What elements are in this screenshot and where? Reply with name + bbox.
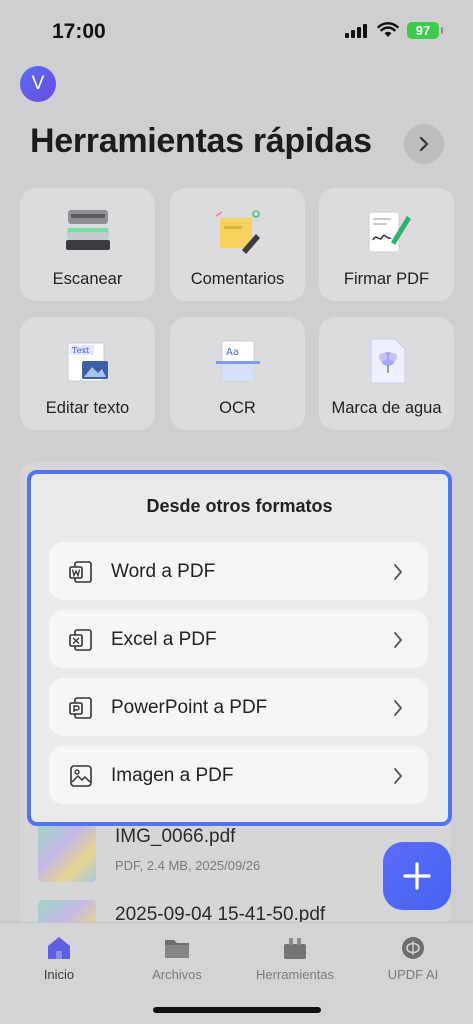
chevron-right-icon (394, 632, 402, 648)
file-thumbnail (38, 824, 96, 882)
image-icon (70, 765, 92, 787)
nav-label: Inicio (43, 967, 75, 982)
home-icon (48, 937, 70, 959)
tool-edit-text[interactable]: Text Editar texto (20, 317, 155, 430)
tool-label: OCR (219, 399, 256, 417)
watermark-icon (370, 338, 405, 384)
nav-label: UPDF AI (387, 967, 439, 982)
word-icon (69, 561, 92, 583)
option-excel-to-pdf[interactable]: Excel a PDF (49, 610, 428, 668)
status-time: 17:00 (52, 20, 106, 43)
tool-watermark[interactable]: Marca de agua (319, 317, 454, 430)
status-bar: 17:00 97 (0, 0, 473, 62)
tool-label: Editar texto (45, 399, 130, 417)
battery-icon: 97 (407, 22, 443, 39)
wifi-icon (377, 22, 399, 37)
tool-label: Marca de agua (331, 399, 442, 417)
sheet-title: Desde otros formatos (146, 496, 333, 516)
tool-scan[interactable]: Escanear (20, 188, 155, 301)
option-label: Excel a PDF (111, 629, 217, 650)
option-label: PowerPoint a PDF (111, 697, 268, 718)
sticky-note-icon (215, 210, 260, 254)
tool-sign-pdf[interactable]: Firmar PDF (319, 188, 454, 301)
nav-home[interactable]: Inicio (0, 933, 118, 993)
page-title: Herramientas rápidas (30, 122, 372, 160)
tool-label: Firmar PDF (343, 270, 430, 288)
ocr-icon: Aa (215, 340, 260, 382)
nav-tools[interactable]: Herramientas (236, 933, 354, 993)
add-button[interactable] (383, 842, 451, 910)
tool-comments[interactable]: Comentarios (170, 188, 305, 301)
chevron-right-icon (394, 564, 402, 580)
nav-updf-ai[interactable]: UPDF AI (354, 933, 472, 993)
option-word-to-pdf[interactable]: Word a PDF (49, 542, 428, 600)
powerpoint-icon (69, 697, 92, 719)
title-chevron-button[interactable] (404, 124, 444, 164)
nav-label: Herramientas (255, 967, 335, 982)
edit-text-icon: Text (67, 342, 108, 382)
svg-text:Aa: Aa (226, 347, 239, 358)
ai-icon (402, 937, 424, 959)
file-name: IMG_0066.pdf (115, 826, 236, 847)
option-label: Word a PDF (111, 561, 216, 582)
convert-formats-sheet: Desde otros formatos Word a PDF Excel a … (27, 470, 452, 826)
tool-ocr[interactable]: Aa OCR (170, 317, 305, 430)
scanner-icon (65, 210, 110, 250)
tool-label: Comentarios (190, 270, 285, 288)
avatar[interactable]: V (20, 66, 56, 102)
home-indicator (153, 1007, 321, 1013)
svg-text:Text: Text (72, 346, 90, 355)
plus-icon (403, 862, 431, 890)
chevron-right-icon (394, 700, 402, 716)
toolbox-icon (284, 938, 306, 959)
excel-icon (69, 629, 92, 651)
option-powerpoint-to-pdf[interactable]: PowerPoint a PDF (49, 678, 428, 736)
option-label: Imagen a PDF (111, 765, 234, 786)
chevron-right-icon (394, 768, 402, 784)
folder-icon (165, 940, 189, 958)
cellular-signal-icon (345, 24, 367, 38)
nav-files[interactable]: Archivos (118, 933, 236, 993)
signature-icon (368, 211, 411, 253)
option-image-to-pdf[interactable]: Imagen a PDF (49, 746, 428, 804)
file-meta: PDF, 2.4 MB, 2025/09/26 (115, 858, 261, 873)
chevron-right-icon (419, 136, 429, 152)
tool-label: Escanear (52, 270, 123, 288)
nav-label: Archivos (152, 967, 202, 982)
